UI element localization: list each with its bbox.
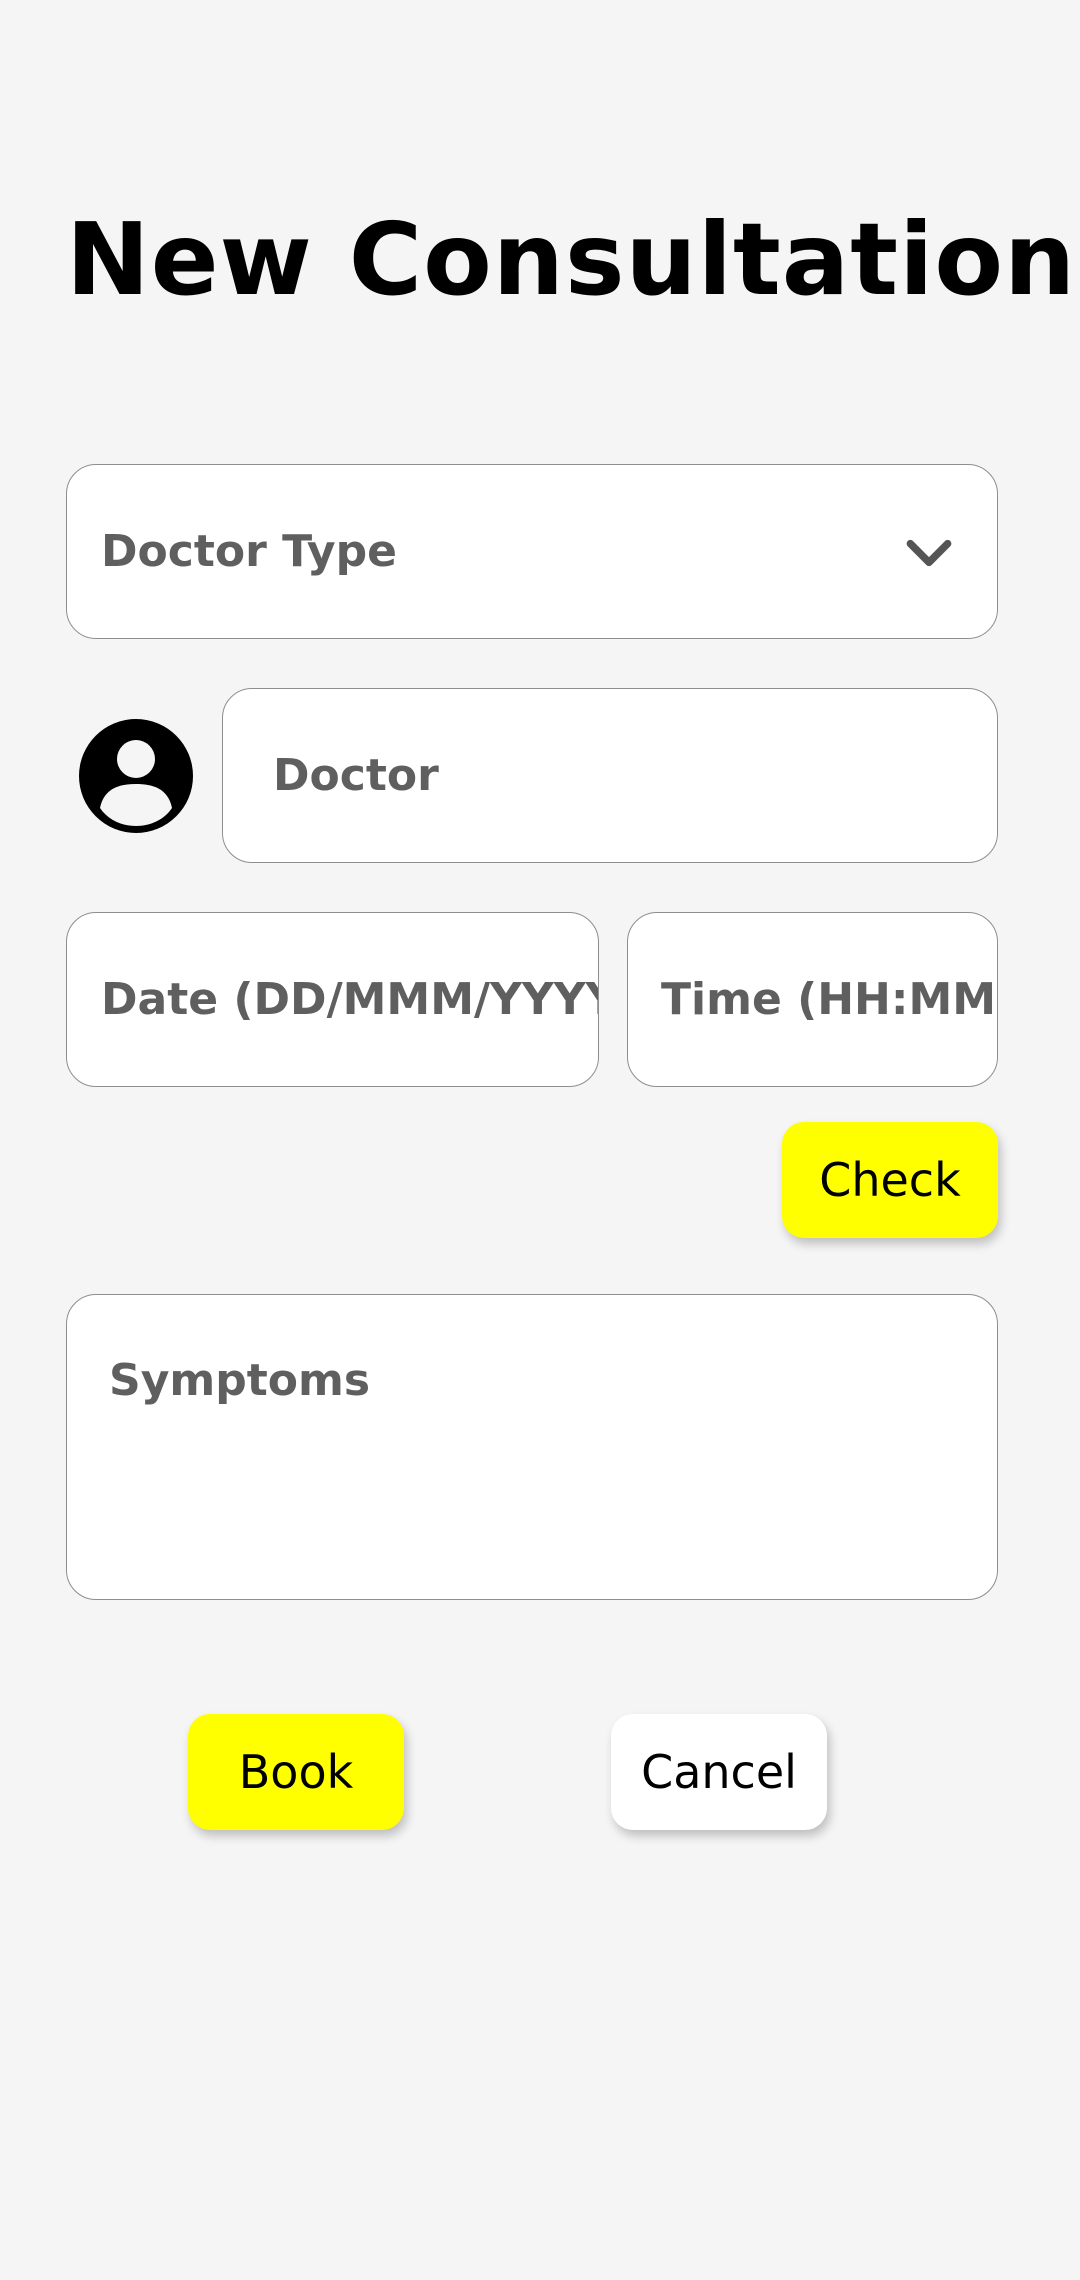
doctor-input[interactable]: Doctor [222,688,998,863]
chevron-down-icon [906,539,952,567]
page-title: New Consultation [66,201,1077,318]
check-button[interactable]: Check [782,1122,998,1238]
user-avatar-icon [79,719,193,833]
cancel-button[interactable]: Cancel [611,1714,827,1830]
book-button[interactable]: Book [188,1714,404,1830]
date-input[interactable]: Date (DD/MMM/YYYY [66,912,599,1087]
doctor-type-dropdown[interactable]: Doctor Type [66,464,998,639]
time-placeholder: Time (HH:MM) [661,974,997,1025]
date-placeholder: Date (DD/MMM/YYYY [101,974,598,1025]
time-input[interactable]: Time (HH:MM) [627,912,998,1087]
symptoms-textarea[interactable]: Symptoms [66,1294,998,1600]
symptoms-placeholder: Symptoms [109,1355,371,1406]
doctor-placeholder: Doctor [273,750,439,801]
doctor-type-placeholder: Doctor Type [101,526,397,577]
new-consultation-screen: New Consultation Doctor Type Doctor Date… [0,0,1080,2280]
